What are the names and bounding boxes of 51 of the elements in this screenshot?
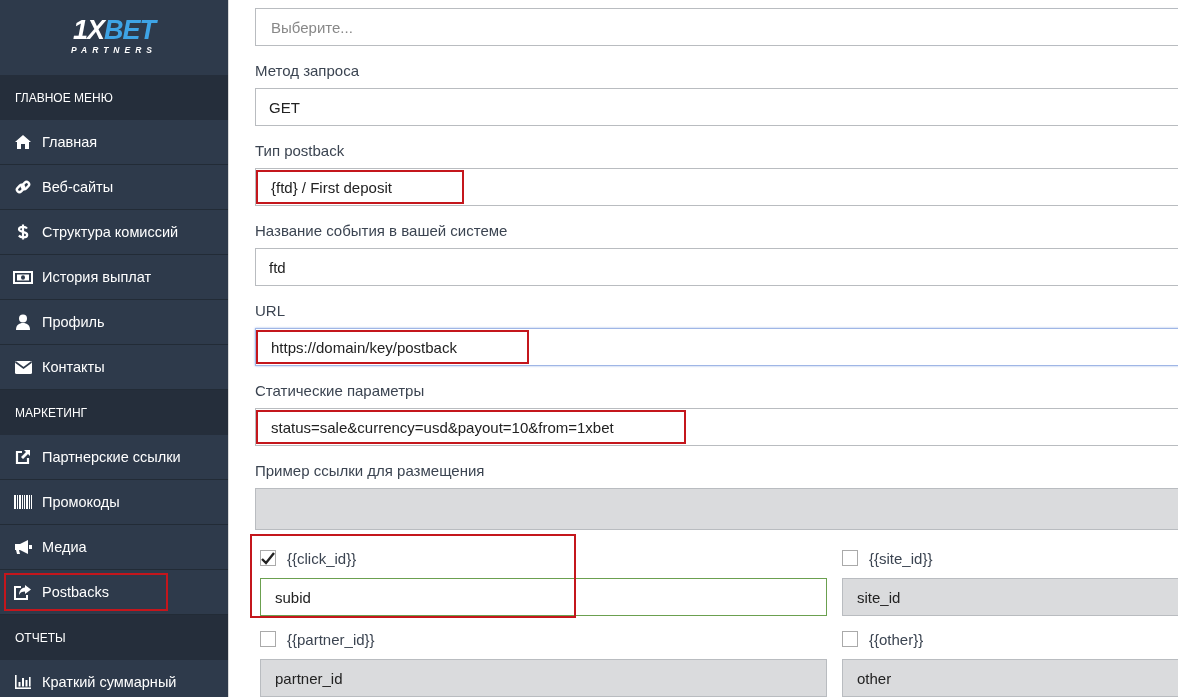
sidebar-item[interactable]: Веб-сайты: [0, 165, 228, 210]
barcode-icon: [14, 495, 32, 509]
sidebar-section-title: ГЛАВНОЕ МЕНЮ: [0, 75, 228, 120]
sidebar-item[interactable]: Структура комиссий: [0, 210, 228, 255]
checkbox-label: {{click_id}}: [287, 549, 357, 567]
external-link-icon: [15, 449, 31, 465]
field-label: Статические параметры: [255, 381, 426, 401]
envelope-icon: [14, 360, 32, 374]
sidebar-item[interactable]: История выплат: [0, 255, 228, 300]
banknote-icon: [13, 270, 33, 284]
input-field[interactable]: GET: [255, 88, 1178, 126]
input-field[interactable]: partner_id: [260, 659, 827, 697]
sidebar-item[interactable]: Краткий суммарный: [0, 660, 228, 697]
megaphone-icon: [14, 539, 32, 555]
highlight-frame: status=sale&currency=usd&payout=10&from=1xbet: [256, 410, 686, 444]
field-label: Название события в вашей системе: [255, 221, 509, 241]
sidebar-item[interactable]: Медиа: [0, 525, 228, 570]
input-field[interactable]: site_id: [842, 578, 1178, 616]
link-icon: [15, 179, 31, 195]
sidebar-item[interactable]: Партнерские ссылки: [0, 435, 228, 480]
checkbox-label: {{site_id}}: [869, 549, 933, 567]
checkbox-label: {{other}}: [869, 630, 924, 648]
field-label: Пример ссылки для размещения: [255, 461, 486, 481]
sidebar-item[interactable]: Профиль: [0, 300, 228, 345]
checkbox[interactable]: [260, 550, 276, 566]
input-field[interactable]: {ftd} / First deposit: [255, 168, 1178, 206]
highlight-frame: {ftd} / First deposit: [256, 170, 464, 204]
dollar-icon: [17, 224, 29, 240]
highlight-frame: https://domain/key/postback: [256, 330, 529, 364]
field-label: Метод запроса: [255, 61, 360, 81]
field-label: Тип postback: [255, 141, 346, 161]
sidebar-section-title: ОТЧЕТЫ: [0, 615, 228, 660]
input-field[interactable]: ftd: [255, 248, 1178, 286]
logo-subtitle: PARTNERS: [71, 44, 157, 55]
bar-chart-icon: [15, 675, 31, 689]
field-label: URL: [255, 301, 286, 321]
home-icon: [14, 134, 32, 150]
share-icon: [14, 584, 32, 600]
input-field[interactable]: https://domain/key/postback: [255, 328, 1178, 366]
checkbox[interactable]: [842, 631, 858, 647]
checkbox[interactable]: [842, 550, 858, 566]
input-field[interactable]: status=sale&currency=usd&payout=10&from=1xbet: [255, 408, 1178, 446]
select-field[interactable]: Выберите...: [255, 8, 1178, 46]
input-field[interactable]: other: [842, 659, 1178, 697]
sidebar-section-title: МАРКЕТИНГ: [0, 390, 228, 435]
checkbox[interactable]: [260, 631, 276, 647]
sidebar-item[interactable]: Промокоды: [0, 480, 228, 525]
input-field[interactable]: subid: [260, 578, 827, 616]
sidebar-item[interactable]: Главная: [0, 120, 228, 165]
user-icon: [16, 314, 30, 330]
checkbox-label: {{partner_id}}: [287, 630, 375, 648]
